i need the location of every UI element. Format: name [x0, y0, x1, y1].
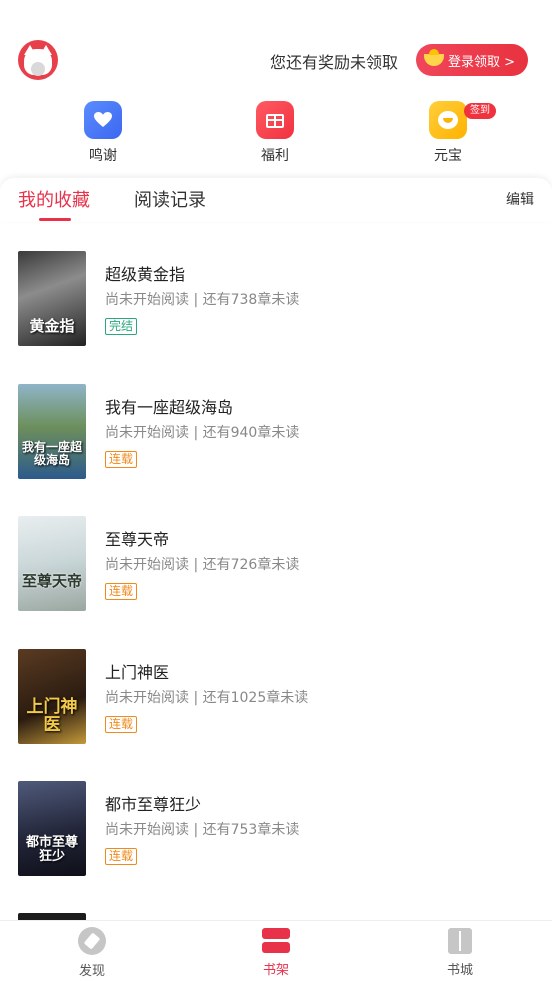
- cat-belly: [31, 62, 45, 76]
- quick-action-label: 福利: [261, 148, 289, 164]
- book-progress: 尚未开始阅读 | 还有726章未读: [105, 557, 300, 573]
- avatar[interactable]: [18, 40, 58, 80]
- book-title: 上门神医: [105, 663, 170, 682]
- nav-label: 书架: [262, 963, 289, 978]
- book-cover[interactable]: 我有一座超级海岛: [18, 384, 86, 479]
- nav-label: 发现: [78, 964, 105, 979]
- book-item[interactable]: 都市至尊狂少 都市至尊狂少 尚未开始阅读 | 还有753章未读 连载: [0, 781, 552, 881]
- book-item[interactable]: 我有一座超级海岛 我有一座超级海岛 尚未开始阅读 | 还有940章未读 连载: [0, 384, 552, 484]
- tab-reading-history[interactable]: 阅读记录: [134, 186, 206, 212]
- book-title: 至尊天帝: [105, 530, 170, 549]
- book-item[interactable]: 至尊天帝 至尊天帝 尚未开始阅读 | 还有726章未读 连载: [0, 516, 552, 616]
- checkin-badge: 签到: [464, 103, 496, 119]
- compass-icon: [78, 927, 106, 955]
- reward-notice: 您还有奖励未领取: [270, 53, 399, 72]
- gift-icon: [256, 101, 294, 139]
- book-title: 都市至尊狂少: [105, 795, 202, 814]
- nav-discover[interactable]: 发现: [62, 927, 122, 979]
- status-badge: 连载: [105, 716, 138, 733]
- book-cover[interactable]: 至尊天帝: [18, 516, 86, 611]
- book-progress: 尚未开始阅读 | 还有738章未读: [105, 292, 300, 308]
- heart-icon: [84, 101, 122, 139]
- quick-action-thanks[interactable]: 鸣谢: [63, 101, 143, 164]
- cover-title: 都市至尊狂少: [25, 835, 78, 864]
- book-progress: 尚未开始阅读 | 还有753章未读: [105, 822, 300, 838]
- status-badge: 连载: [105, 848, 138, 865]
- ingot-icon: [424, 49, 444, 66]
- quick-action-label: 元宝: [434, 148, 462, 164]
- header: 您还有奖励未领取 登录领取 >: [0, 0, 552, 100]
- tab-favorites[interactable]: 我的收藏: [18, 186, 90, 212]
- book-item[interactable]: 黄金指 超级黄金指 尚未开始阅读 | 还有738章未读 完结: [0, 251, 552, 351]
- shelf-tabs: 我的收藏 阅读记录 编辑: [0, 178, 552, 222]
- book-item[interactable]: 上门神医 上门神医 尚未开始阅读 | 还有1025章未读 连载: [0, 649, 552, 749]
- quick-action-label: 鸣谢: [89, 148, 117, 164]
- status-badge: 连载: [105, 583, 138, 600]
- status-badge: 完结: [105, 318, 138, 335]
- nav-label: 书城: [446, 963, 473, 978]
- nav-bookshelf[interactable]: 书架: [246, 927, 306, 978]
- book-cover[interactable]: 都市至尊狂少: [18, 781, 86, 876]
- cover-title: 上门神医: [26, 697, 78, 735]
- book-cover[interactable]: 上门神医: [18, 649, 86, 744]
- bottom-nav: 发现 书架 书城: [0, 920, 552, 981]
- login-button-label: 登录领取 >: [448, 54, 516, 70]
- book-cover[interactable]: 黄金指: [18, 251, 86, 346]
- book-progress: 尚未开始阅读 | 还有940章未读: [105, 425, 300, 441]
- book-title: 我有一座超级海岛: [105, 398, 234, 417]
- cover-title: 黄金指: [29, 317, 75, 335]
- book-progress: 尚未开始阅读 | 还有1025章未读: [105, 690, 309, 706]
- book-icon: [448, 928, 472, 954]
- edit-button[interactable]: 编辑: [506, 189, 534, 209]
- ingot-icon: [429, 101, 467, 139]
- status-badge: 连载: [105, 451, 138, 468]
- login-reward-button[interactable]: 登录领取 >: [416, 44, 528, 76]
- cover-title: 我有一座超级海岛: [22, 440, 83, 467]
- nav-bookstore[interactable]: 书城: [430, 927, 490, 978]
- bookshelf-icon: [262, 928, 290, 954]
- cover-title: 至尊天帝: [22, 572, 83, 590]
- tab-active-indicator: [39, 218, 71, 221]
- quick-action-welfare[interactable]: 福利: [235, 101, 315, 164]
- book-title: 超级黄金指: [105, 265, 186, 284]
